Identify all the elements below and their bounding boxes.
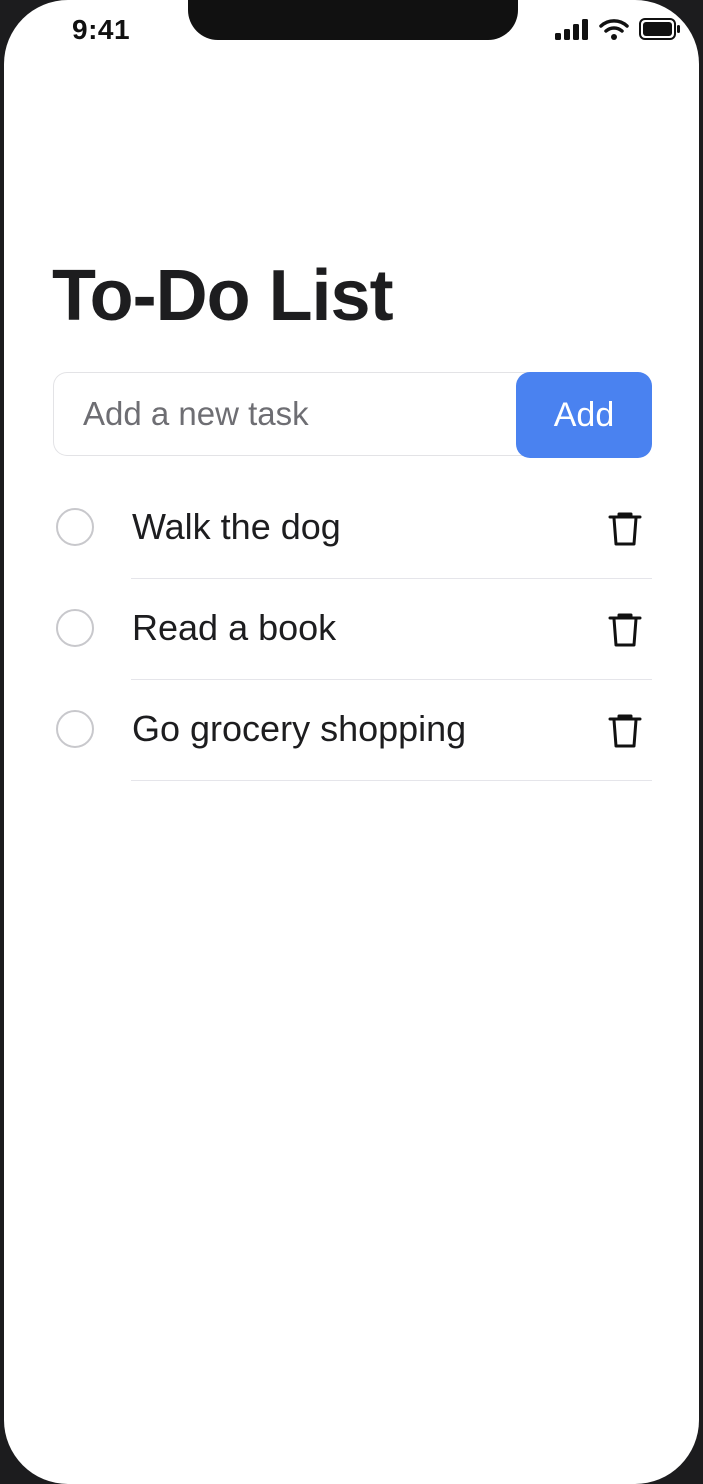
delete-task-button[interactable] — [604, 609, 646, 651]
task-label: Walk the dog — [132, 506, 341, 547]
status-icons — [555, 18, 681, 40]
task-list: Walk the dog Read a book Go grocery shop… — [4, 478, 699, 781]
page-title: To-Do List — [52, 256, 394, 336]
delete-task-button[interactable] — [604, 508, 646, 550]
trash-icon — [608, 613, 642, 647]
task-checkbox[interactable] — [56, 609, 94, 647]
list-item: Go grocery shopping — [4, 680, 699, 781]
list-item: Read a book — [4, 579, 699, 680]
task-checkbox[interactable] — [56, 710, 94, 748]
battery-icon — [639, 18, 681, 40]
add-task-form: Add — [53, 372, 652, 458]
status-time: 9:41 — [72, 14, 131, 45]
task-label: Read a book — [132, 607, 337, 648]
trash-icon — [608, 714, 642, 748]
add-task-button[interactable]: Add — [516, 372, 652, 458]
notch — [188, 0, 518, 40]
task-checkbox[interactable] — [56, 508, 94, 546]
trash-icon — [608, 512, 642, 546]
phone-screen: 9:41 To-Do List Add a new task Add Walk … — [4, 0, 699, 1484]
new-task-input[interactable] — [53, 372, 551, 456]
separator — [131, 780, 652, 781]
wifi-icon — [599, 18, 629, 40]
cellular-signal-icon — [555, 18, 589, 40]
task-label: Go grocery shopping — [132, 708, 467, 749]
delete-task-button[interactable] — [604, 710, 646, 752]
list-item: Walk the dog — [4, 478, 699, 579]
